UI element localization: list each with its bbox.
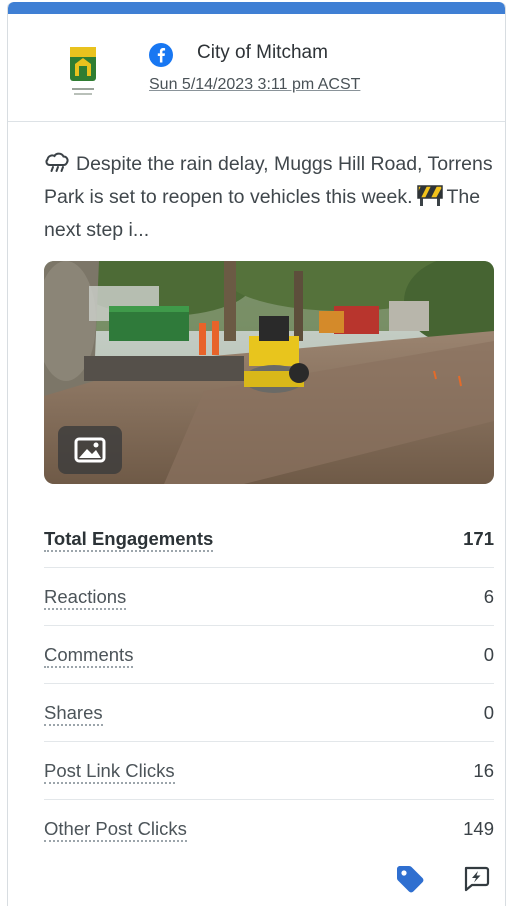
metric-label[interactable]: Shares: [44, 702, 103, 726]
boost-icon[interactable]: [461, 863, 491, 893]
cloud-rain-icon: [45, 152, 69, 172]
metric-label[interactable]: Comments: [44, 644, 134, 668]
metric-row-post-link-clicks: Post Link Clicks 16: [44, 742, 494, 800]
card-top-accent-bar: [8, 2, 505, 14]
construction-barrier-icon: [416, 185, 443, 206]
post-text: Despite the rain delay, Muggs Hill Road,…: [44, 148, 494, 247]
engagement-metrics: Total Engagements 171 Reactions 6 Commen…: [44, 510, 494, 858]
metric-row-shares: Shares 0: [44, 684, 494, 742]
metric-value: 149: [463, 818, 494, 839]
metric-value: 0: [483, 702, 494, 723]
metric-row-reactions: Reactions 6: [44, 568, 494, 626]
facebook-icon: [149, 43, 173, 67]
image-icon: [74, 437, 106, 463]
media-type-badge: [58, 426, 122, 474]
metric-value: 16: [473, 760, 494, 781]
post-date-link[interactable]: Sun 5/14/2023 3:11 pm ACST: [149, 76, 360, 94]
city-logo: [70, 47, 96, 95]
metric-row-total-engagements: Total Engagements 171: [44, 510, 494, 568]
tag-icon[interactable]: [394, 863, 426, 895]
card-actions: [8, 860, 505, 900]
post-card: City of Mitcham Sun 5/14/2023 3:11 pm AC…: [7, 2, 506, 906]
metric-value: 171: [463, 528, 494, 549]
metric-value: 6: [483, 586, 494, 607]
metric-label[interactable]: Reactions: [44, 586, 127, 610]
post-header: City of Mitcham Sun 5/14/2023 3:11 pm AC…: [8, 14, 505, 122]
metric-row-other-post-clicks: Other Post Clicks 149: [44, 800, 494, 858]
metric-label[interactable]: Total Engagements: [44, 528, 214, 552]
metric-row-comments: Comments 0: [44, 626, 494, 684]
metric-value: 0: [483, 644, 494, 665]
post-image[interactable]: [44, 261, 494, 484]
account-name[interactable]: City of Mitcham: [197, 42, 328, 64]
metric-label[interactable]: Post Link Clicks: [44, 760, 175, 784]
metric-label[interactable]: Other Post Clicks: [44, 818, 187, 842]
